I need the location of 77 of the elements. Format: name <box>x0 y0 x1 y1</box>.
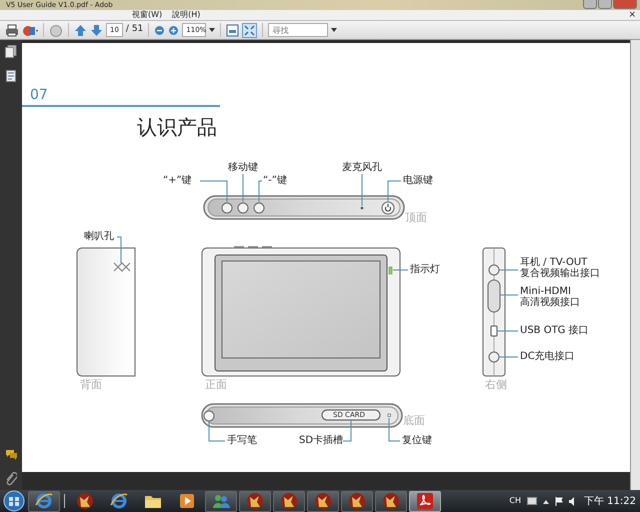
callout-label: USB OTG 接口 <box>520 325 589 336</box>
callout-label: “-”键 <box>263 175 287 186</box>
leader-line <box>500 294 518 296</box>
game-icon <box>246 492 264 510</box>
fit-page-icon[interactable] <box>242 22 258 38</box>
taskbar-button[interactable] <box>375 490 407 512</box>
taskbar-button[interactable] <box>273 490 305 512</box>
leader-line <box>498 356 518 358</box>
game-icon[interactable] <box>76 492 94 510</box>
game-icon <box>382 492 400 510</box>
game-icon <box>314 492 332 510</box>
leader-line <box>208 420 226 442</box>
share-icon[interactable] <box>22 24 38 36</box>
taskbar-button[interactable] <box>307 490 339 512</box>
callout-label: 复位键 <box>402 435 432 446</box>
leader-line <box>342 420 352 442</box>
callout-label: Mini-HDMI 高清视频接口 <box>520 286 580 308</box>
pages-icon[interactable] <box>5 45 17 58</box>
section-number: 07 <box>30 87 48 103</box>
view-caption: 背面 <box>80 377 102 393</box>
scrollbar[interactable] <box>630 40 640 490</box>
ie-icon[interactable] <box>110 492 128 510</box>
up-arrow-icon[interactable] <box>74 24 87 36</box>
zoom-in-icon[interactable] <box>168 24 180 36</box>
callout-label: 麦克风孔 <box>342 162 382 173</box>
leader-line <box>388 180 402 202</box>
paperclip-icon[interactable] <box>5 472 17 486</box>
search-field[interactable]: 尋找 <box>268 23 328 37</box>
leader-line <box>200 180 228 202</box>
pdf-icon <box>416 492 434 510</box>
play-icon[interactable] <box>178 492 196 510</box>
page-title: 认识产品 <box>137 115 217 139</box>
taskbar-button[interactable] <box>409 490 441 512</box>
callout-label: 移动键 <box>228 162 258 173</box>
game-icon <box>348 492 366 510</box>
caret-icon[interactable] <box>331 27 338 33</box>
down-arrow-icon[interactable] <box>90 24 103 36</box>
view-caption: 底面 <box>403 413 425 429</box>
leader-line <box>496 330 518 332</box>
view-caption: 正面 <box>205 377 227 393</box>
leader-line <box>388 418 400 442</box>
ie-icon <box>35 492 53 510</box>
game-icon <box>280 492 298 510</box>
callout-label: 手写笔 <box>227 435 257 446</box>
comment-icon[interactable] <box>4 449 18 460</box>
view-caption: 顶面 <box>405 210 427 226</box>
page-count: / 51 <box>126 23 144 36</box>
callout-label: 耳机 / TV-OUT 复合视频输出接口 <box>520 257 600 279</box>
view-caption: 右侧 <box>485 377 507 393</box>
keyboard-icon[interactable] <box>527 497 537 505</box>
bookmark-icon[interactable] <box>6 70 16 82</box>
leader-line <box>258 180 262 202</box>
taskbar-button[interactable] <box>28 490 60 512</box>
callout-label: “+”键 <box>163 175 192 186</box>
flag-icon[interactable] <box>555 496 563 506</box>
taskbar-button[interactable] <box>205 490 237 512</box>
callout-label: SD卡插槽 <box>299 435 344 446</box>
close-document-button[interactable]: × <box>628 10 636 20</box>
clock[interactable]: 下午 11:22 <box>584 494 636 508</box>
start-orb-icon[interactable] <box>2 490 26 512</box>
menu-item[interactable]: 說明(H) <box>172 10 200 20</box>
leader-line <box>242 174 244 202</box>
callout-label: DC充电接口 <box>520 351 575 362</box>
zoom-out-icon[interactable] <box>154 24 166 36</box>
caret-icon[interactable] <box>209 27 216 33</box>
language-indicator[interactable]: CH <box>509 495 521 507</box>
people-icon <box>212 492 230 510</box>
menu-item[interactable]: 視窗(W) <box>132 10 162 20</box>
tray-expand-icon[interactable] <box>543 498 549 504</box>
fit-width-icon[interactable] <box>226 24 240 36</box>
callout-label: 喇叭孔 <box>84 231 114 242</box>
printer-icon[interactable] <box>5 24 19 36</box>
taskbar-button[interactable] <box>341 490 373 512</box>
callout-label: 电源键 <box>403 175 433 186</box>
callout-label: 指示灯 <box>410 264 440 275</box>
leader-line <box>116 236 122 264</box>
taskbar-button[interactable] <box>239 490 271 512</box>
